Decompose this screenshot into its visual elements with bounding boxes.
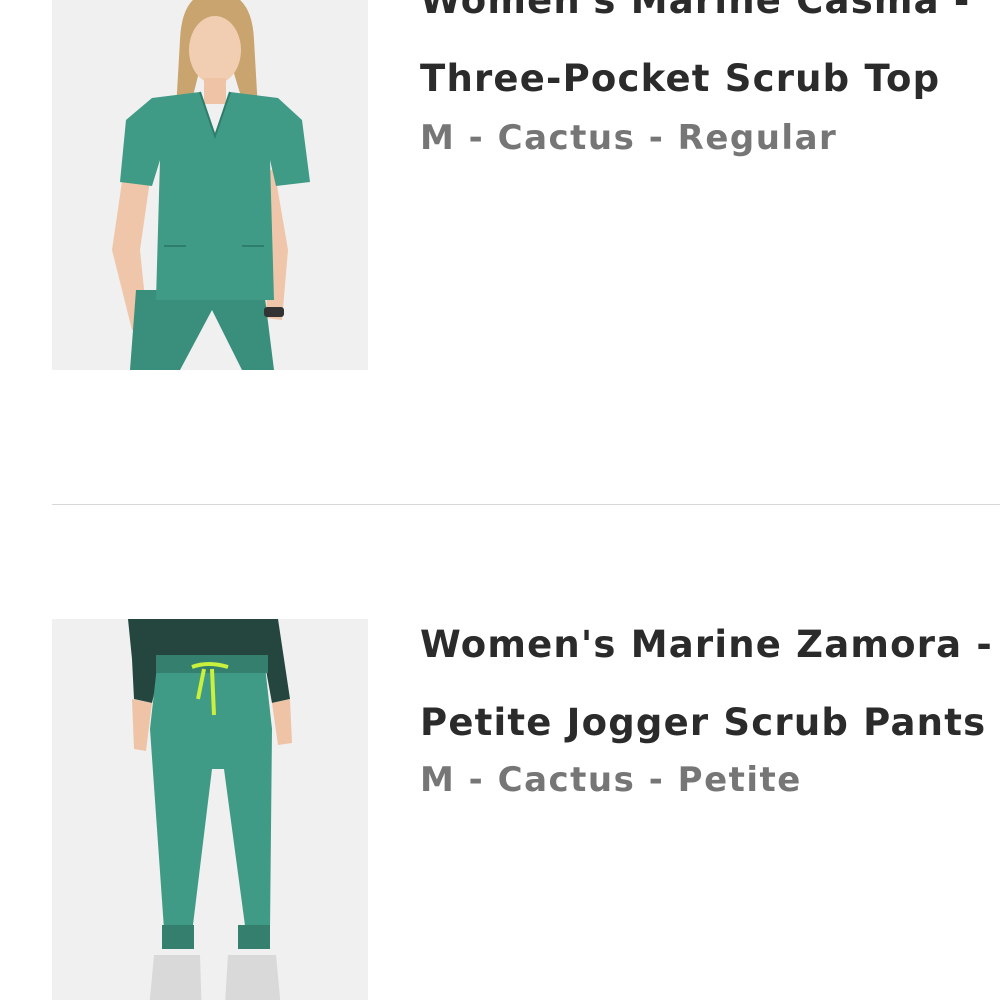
- product-title-line-2: Petite Jogger Scrub Pants: [420, 701, 987, 744]
- cart-page: Women's Marine Casma - Three-Pocket Scru…: [0, 0, 1000, 1000]
- product-image-scrub-top[interactable]: [52, 0, 368, 370]
- jogger-pants-photo: [52, 619, 368, 1000]
- product-title[interactable]: Women's Marine Zamora - Petite Jogger Sc…: [420, 606, 992, 762]
- scrub-top-photo: [52, 0, 368, 370]
- product-image-jogger-pants[interactable]: [52, 619, 368, 1000]
- product-variant: M - Cactus - Regular: [420, 118, 838, 158]
- product-title-line-1: Women's Marine Casma -: [420, 0, 971, 22]
- product-title[interactable]: Women's Marine Casma - Three-Pocket Scru…: [420, 0, 992, 118]
- cart-item: Women's Marine Casma - Three-Pocket Scru…: [0, 0, 1000, 390]
- cart-item: Women's Marine Zamora - Petite Jogger Sc…: [0, 619, 1000, 1000]
- product-title-line-1: Women's Marine Zamora -: [420, 623, 993, 666]
- product-title-line-2: Three-Pocket Scrub Top: [420, 57, 941, 100]
- product-variant: M - Cactus - Petite: [420, 760, 802, 800]
- item-divider: [52, 504, 1000, 505]
